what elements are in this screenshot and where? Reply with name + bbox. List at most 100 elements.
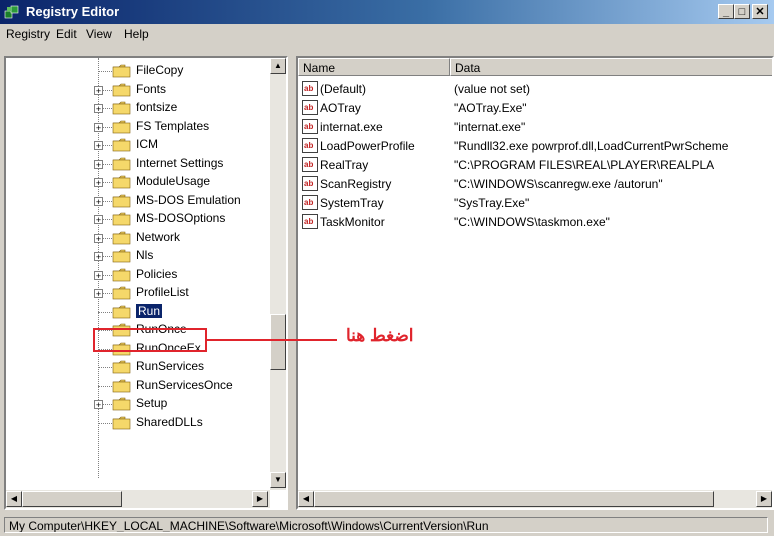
tree-horizontal-scrollbar[interactable]: ◀ ▶ [6, 490, 270, 508]
folder-icon [112, 379, 131, 392]
expand-plus-icon[interactable]: + [94, 289, 103, 299]
tree-item-label[interactable]: MS-DOS Emulation [136, 193, 241, 207]
title-bar[interactable]: Registry Editor _ □ ✕ [0, 0, 774, 24]
tree-item-label[interactable]: Internet Settings [136, 156, 223, 170]
scroll-up-arrow-icon[interactable]: ▲ [270, 58, 286, 74]
expand-plus-icon[interactable]: + [94, 196, 103, 206]
tree-item[interactable]: + ProfileList [6, 284, 266, 302]
expand-plus-icon[interactable]: + [94, 104, 103, 114]
tree-item[interactable]: + ICM [6, 136, 266, 154]
tree-item[interactable]: + Fonts [6, 81, 266, 99]
folder-icon [112, 416, 131, 429]
column-header-name[interactable]: Name [298, 58, 450, 76]
tree-item[interactable]: RunServices [6, 358, 266, 376]
svg-text:ab: ab [304, 122, 313, 131]
key-tree-pane[interactable]: FileCopy + Fonts + fontsize + FS Templates + ICM… [4, 56, 288, 510]
tree-item[interactable]: + Internet Settings [6, 155, 266, 173]
scroll-thumb-horizontal[interactable] [22, 491, 122, 507]
tree-item[interactable]: + Nls [6, 247, 266, 265]
close-button[interactable]: ✕ [752, 4, 768, 19]
tree-item-label[interactable]: fontsize [136, 100, 177, 114]
value-row[interactable]: ab TaskMonitor "C:\WINDOWS\taskmon.exe" [298, 213, 772, 231]
svg-text:ab: ab [304, 103, 313, 112]
string-value-icon: ab [302, 138, 318, 153]
expand-plus-icon[interactable]: + [94, 400, 103, 410]
tree-item-label[interactable]: ProfileList [136, 285, 189, 299]
list-horizontal-scrollbar[interactable]: ◀ ▶ [298, 490, 772, 508]
value-row[interactable]: ab (Default) (value not set) [298, 80, 772, 98]
tree-item[interactable]: Run [6, 303, 266, 321]
value-row[interactable]: ab SystemTray "SysTray.Exe" [298, 194, 772, 212]
tree-item-label[interactable]: Policies [136, 267, 177, 281]
string-value-icon: ab [302, 100, 318, 115]
tree-item-label[interactable]: RunServices [136, 359, 204, 373]
menu-help[interactable]: Help [124, 27, 149, 41]
folder-icon [112, 360, 131, 374]
string-value-icon: ab [302, 119, 318, 134]
tree-item-label[interactable]: Fonts [136, 82, 166, 96]
expand-plus-icon[interactable]: + [94, 141, 103, 151]
scroll-down-arrow-icon[interactable]: ▼ [270, 472, 286, 488]
expand-plus-icon[interactable]: + [94, 122, 103, 132]
tree-item[interactable]: + Setup [6, 395, 266, 413]
callout-highlight-box [93, 328, 207, 352]
value-data: "SysTray.Exe" [454, 196, 530, 210]
value-row[interactable]: ab ScanRegistry "C:\WINDOWS\scanregw.exe /… [298, 175, 772, 193]
callout-text: اضغط هنا [346, 326, 414, 345]
column-header-data[interactable]: Data [450, 58, 772, 76]
value-name: LoadPowerProfile [320, 139, 415, 153]
expand-plus-icon[interactable]: + [94, 85, 103, 95]
tree-item[interactable]: FileCopy [6, 62, 266, 80]
tree-item[interactable]: + ModuleUsage [6, 173, 266, 191]
value-data: "Rundll32.exe powrprof.dll,LoadCurrentPw… [454, 139, 729, 153]
tree-item-label[interactable]: MS-DOSOptions [136, 211, 225, 225]
menu-edit[interactable]: Edit [56, 27, 77, 41]
string-value-icon: ab [302, 157, 318, 172]
scroll-left-arrow-icon[interactable]: ◀ [298, 491, 314, 507]
expand-plus-icon[interactable]: + [94, 178, 103, 188]
pane-splitter[interactable] [288, 56, 296, 510]
value-row[interactable]: ab LoadPowerProfile "Rundll32.exe powrprof… [298, 137, 772, 155]
expand-plus-icon[interactable]: + [94, 159, 103, 169]
tree-item[interactable]: + MS-DOS Emulation [6, 192, 266, 210]
tree-item[interactable]: SharedDLLs [6, 414, 266, 432]
tree-item-label[interactable]: FS Templates [136, 119, 209, 133]
tree-item-label[interactable]: Run [136, 303, 163, 318]
tree-item[interactable]: + fontsize [6, 99, 266, 117]
scroll-thumb[interactable] [270, 314, 286, 370]
tree-connector [98, 367, 112, 368]
scroll-left-arrow-icon[interactable]: ◀ [6, 491, 22, 507]
tree-item-label[interactable]: SharedDLLs [136, 415, 203, 429]
value-row[interactable]: ab AOTray "AOTray.Exe" [298, 99, 772, 117]
tree-item-label[interactable]: Nls [136, 248, 153, 262]
tree-item[interactable]: RunServicesOnce [6, 377, 266, 395]
tree-item-label[interactable]: FileCopy [136, 63, 183, 77]
menu-registry[interactable]: Registry [6, 27, 50, 41]
expand-plus-icon[interactable]: + [94, 252, 103, 262]
value-row[interactable]: ab RealTray "C:\PROGRAM FILES\REAL\PLAYER\… [298, 156, 772, 174]
tree-item-label[interactable]: Setup [136, 396, 167, 410]
tree-vertical-scrollbar[interactable]: ▲ ▼ [270, 58, 286, 490]
tree-item[interactable]: + FS Templates [6, 118, 266, 136]
tree-item[interactable]: + MS-DOSOptions [6, 210, 266, 228]
tree-item-label[interactable]: ICM [136, 137, 158, 151]
tree-item-label[interactable]: Network [136, 230, 180, 244]
tree-item[interactable]: + Network [6, 229, 266, 247]
scroll-thumb-horizontal[interactable] [314, 491, 714, 507]
expand-plus-icon[interactable]: + [94, 233, 103, 243]
expand-plus-icon[interactable]: + [94, 215, 103, 225]
minimize-button[interactable]: _ [718, 4, 734, 19]
tree-item[interactable]: + Policies [6, 266, 266, 284]
maximize-button[interactable]: □ [734, 4, 750, 19]
tree-item-label[interactable]: ModuleUsage [136, 174, 210, 188]
scroll-right-arrow-icon[interactable]: ▶ [756, 491, 772, 507]
folder-icon [112, 101, 131, 115]
values-list-pane[interactable]: Name Data ab (Default) (value not set) ab AO… [296, 56, 774, 510]
expand-plus-icon[interactable]: + [94, 270, 103, 280]
menu-view[interactable]: View [86, 27, 112, 41]
value-name: internat.exe [320, 120, 383, 134]
scroll-right-arrow-icon[interactable]: ▶ [252, 491, 268, 507]
value-row[interactable]: ab internat.exe "internat.exe" [298, 118, 772, 136]
registry-editor-icon [4, 5, 19, 19]
tree-item-label[interactable]: RunServicesOnce [136, 378, 233, 392]
